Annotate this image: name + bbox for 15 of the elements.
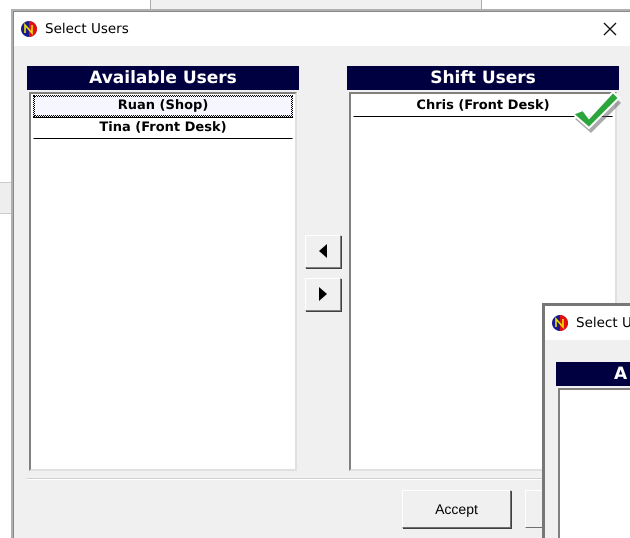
window-title: Select Users [45,21,129,37]
list-heading: A [556,362,630,386]
list-item[interactable]: Tina (Front Desk) [33,117,293,139]
left-triangle-icon [319,244,327,258]
right-triangle-icon [319,287,327,301]
close-icon [603,22,617,36]
list-heading: Available Users [27,66,299,90]
list-item[interactable]: Ruan (Shop) [33,95,293,117]
app-logo-icon [551,314,569,332]
move-left-button[interactable] [305,234,341,268]
app-logo-icon [20,20,38,38]
close-button[interactable] [602,21,618,37]
list-heading: Shift Users [347,66,619,90]
move-right-button[interactable] [305,278,341,310]
accept-button[interactable]: Accept [402,490,511,528]
